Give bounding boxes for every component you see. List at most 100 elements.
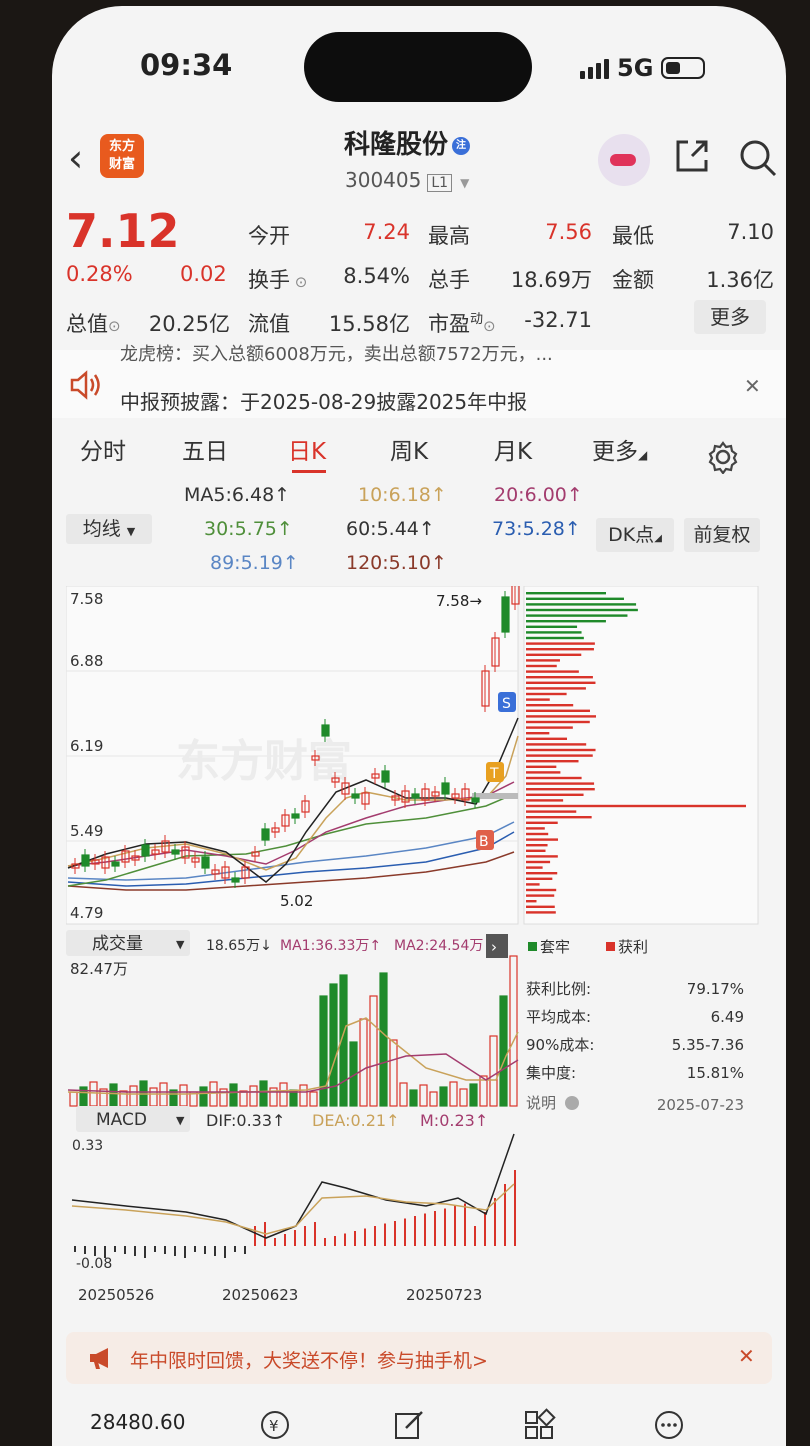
index-value[interactable]: 28480.60	[90, 1410, 185, 1434]
chip-legend-loss: 套牢	[540, 938, 570, 956]
pe-value: -32.71	[524, 308, 592, 332]
tab-five-day[interactable]: 五日	[182, 432, 228, 466]
volume-max-label: 82.47万	[70, 960, 128, 978]
volume-bar	[209, 1081, 218, 1107]
edit-icon[interactable]	[392, 1408, 426, 1442]
y-tick-4: 5.49	[70, 822, 103, 840]
promo-text[interactable]: 年中限时回馈，大奖送不停！参与抽手机>	[130, 1346, 488, 1373]
grid-icon[interactable]	[522, 1408, 556, 1442]
candle-body	[441, 782, 450, 795]
macd-bar	[484, 1212, 486, 1246]
macd-dea-label: DEA:0.21↑	[312, 1111, 400, 1130]
volume-bar	[199, 1086, 208, 1107]
more-button[interactable]: 更多	[694, 300, 766, 334]
close-icon[interactable]: ✕	[738, 1344, 755, 1368]
expand-icon[interactable]	[486, 934, 508, 958]
chip-profit-value: 79.17%	[687, 980, 744, 998]
macd-dif-label: DIF:0.33↑	[206, 1111, 285, 1130]
macd-bar	[104, 1246, 106, 1258]
volume-bar	[409, 1089, 418, 1107]
chip-bar	[526, 799, 564, 802]
assistant-avatar[interactable]	[598, 134, 650, 186]
notice-text[interactable]: 中报预披露：于2025-08-29披露2025年中报	[120, 386, 527, 415]
chip-bar	[526, 625, 578, 628]
back-icon[interactable]: ‹	[68, 136, 83, 180]
candle-body	[231, 877, 240, 883]
network-type: 5G	[617, 54, 654, 82]
chip-bar	[526, 793, 584, 796]
chip-bar	[526, 832, 549, 836]
volume-value: 18.69万	[510, 268, 592, 292]
candle-body	[201, 856, 210, 869]
chip-bar	[526, 620, 606, 623]
chip-bar	[526, 788, 595, 791]
volume-bar	[149, 1087, 158, 1107]
chip-bar	[526, 849, 546, 852]
y-tick-3: 6.19	[70, 737, 103, 755]
more-icon[interactable]	[652, 1408, 686, 1442]
candle-body	[261, 828, 270, 841]
t-marker-label: T	[489, 766, 499, 782]
battery-icon	[661, 57, 706, 79]
y-tick-1: 7.58	[70, 590, 103, 608]
tab-monthly-k[interactable]: 月K	[494, 432, 532, 466]
y-tick-2: 6.88	[70, 652, 103, 670]
macd-bar	[224, 1246, 226, 1258]
tab-more[interactable]: 更多◢	[592, 432, 647, 466]
share-icon[interactable]	[674, 138, 710, 174]
macd-bar	[364, 1228, 366, 1246]
chip-bar	[526, 760, 579, 763]
volume-bar	[249, 1085, 258, 1107]
search-icon[interactable]	[738, 138, 778, 178]
macd-bar	[124, 1246, 126, 1254]
chip-bar	[526, 704, 574, 707]
chip-bar	[526, 743, 587, 746]
adjust-button[interactable]: 前复权	[684, 518, 760, 552]
ma5-value: MA5:6.48↑	[184, 484, 291, 506]
ma60-value: 60:5.44↑	[346, 518, 435, 540]
chip-bar	[526, 676, 593, 679]
stock-name: 科隆股份注	[344, 124, 471, 161]
volume-bar	[469, 1083, 478, 1107]
speaker-icon	[70, 370, 100, 400]
ma-selector[interactable]: 均线 ▼	[66, 514, 152, 544]
chip-bar	[526, 631, 582, 634]
chip-bar	[526, 782, 595, 785]
macd-bar	[74, 1246, 76, 1252]
market-cap-label: 总值⊙	[66, 312, 121, 336]
volume-bars	[69, 955, 518, 1107]
macd-bar	[304, 1226, 306, 1246]
status-time: 09:34	[140, 48, 233, 82]
chevron-down-icon: ▼	[176, 1114, 185, 1127]
tab-intraday[interactable]: 分时	[80, 432, 126, 466]
dk-button[interactable]: DK点◢	[596, 518, 674, 552]
chip-bar	[526, 877, 553, 880]
candle-body	[321, 724, 330, 737]
volume-label: 总手	[428, 268, 470, 292]
volume-bar	[389, 1039, 398, 1107]
open-label: 今开	[248, 224, 290, 248]
tab-weekly-k[interactable]: 周K	[390, 432, 428, 466]
macd-bar	[404, 1218, 406, 1246]
quote-panel: 7.12 0.28% 0.02 今开 7.24 最高 7.56 最低 7.10 …	[52, 202, 786, 350]
chip-bar	[526, 603, 637, 606]
gear-icon[interactable]	[706, 440, 740, 474]
volume-bar	[109, 1083, 118, 1107]
phone-screen: 09:34 5G ‹ 东方 财富 科隆股份注 300405 L1 ▼ 7.12 0.2…	[52, 6, 786, 1446]
macd-bar	[434, 1211, 436, 1246]
macd-bar	[414, 1216, 416, 1246]
volume-ma1-label: MA1:36.33万↑	[280, 938, 381, 954]
volume-bar	[239, 1090, 248, 1107]
stock-header: ‹ 东方 财富 科隆股份注 300405 L1 ▼	[52, 116, 786, 202]
chart-area: 7.58 6.88 6.19 5.49 4.79 东方财富 7.58→ 5.02…	[66, 586, 759, 1304]
trade-icon[interactable]: ¥	[258, 1408, 292, 1442]
volume-bar	[499, 995, 508, 1107]
tab-daily-k[interactable]: 日K	[288, 432, 326, 466]
stock-code[interactable]: 300405 L1 ▼	[345, 168, 469, 192]
chip-profit-label: 获利比例:	[526, 980, 591, 998]
macd-bar	[144, 1246, 146, 1258]
promo-banner[interactable]: 年中限时回馈，大奖送不停！参与抽手机> ✕	[66, 1332, 772, 1384]
close-icon[interactable]: ✕	[744, 374, 761, 398]
macd-bar	[254, 1226, 256, 1246]
macd-m-label: M:0.23↑	[420, 1111, 488, 1130]
